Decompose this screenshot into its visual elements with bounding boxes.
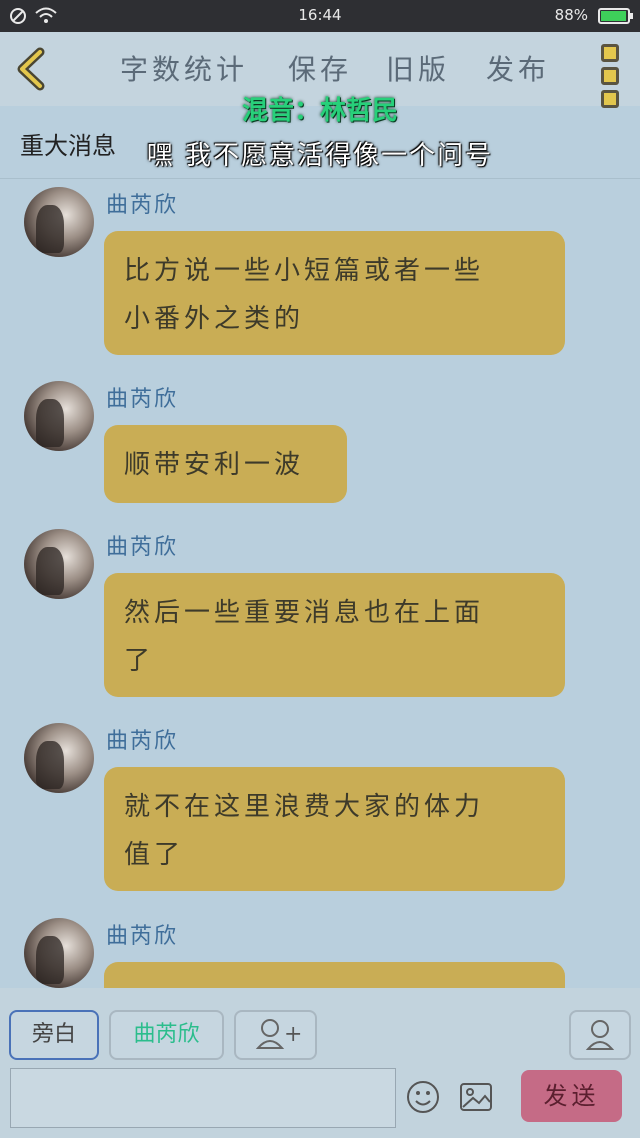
old-version-button[interactable]: 旧版 bbox=[386, 48, 450, 88]
battery-icon bbox=[598, 8, 633, 24]
narration-chip[interactable]: 旁白 bbox=[9, 1010, 99, 1060]
message-input[interactable] bbox=[10, 1068, 396, 1128]
sender-name: 曲芮欣 bbox=[106, 387, 179, 412]
message-text: 就不在这里浪费大家的体力 bbox=[124, 792, 485, 822]
avatar[interactable] bbox=[24, 187, 94, 257]
status-bar: 16:44 88% bbox=[0, 0, 640, 32]
publish-button[interactable]: 发布 bbox=[486, 48, 550, 88]
message-text: 顺带安利一波 bbox=[124, 450, 305, 480]
user-icon bbox=[585, 1020, 615, 1050]
divider bbox=[0, 178, 640, 179]
message-bubble[interactable]: 然后一些重要消息也在上面 了 bbox=[104, 573, 565, 697]
video-caption-line: 嘿 我不愿意活得像一个问号 bbox=[146, 141, 494, 171]
avatar[interactable] bbox=[24, 381, 94, 451]
sender-name: 曲芮欣 bbox=[106, 535, 179, 560]
smiley-icon bbox=[407, 1081, 439, 1113]
battery-percent: 88% bbox=[554, 6, 588, 24]
add-character-button[interactable]: + bbox=[234, 1010, 317, 1060]
character-chip[interactable]: 曲芮欣 bbox=[109, 1010, 224, 1060]
message-text: 了 bbox=[124, 646, 155, 676]
message-text: 小番外之类的 bbox=[124, 304, 305, 334]
user-profile-button[interactable] bbox=[569, 1010, 631, 1060]
emoji-button[interactable] bbox=[406, 1080, 440, 1118]
status-time: 16:44 bbox=[298, 6, 342, 24]
message-text: 值了 bbox=[124, 840, 185, 870]
avatar[interactable] bbox=[24, 723, 94, 793]
word-count-button[interactable]: 字数统计 bbox=[120, 48, 248, 88]
back-button[interactable] bbox=[12, 46, 52, 92]
plus-label: + bbox=[284, 1022, 303, 1047]
message-text: 然后一些重要消息也在上面 bbox=[124, 598, 485, 628]
sender-name: 曲芮欣 bbox=[106, 729, 179, 754]
avatar[interactable] bbox=[24, 918, 94, 988]
avatar[interactable] bbox=[24, 529, 94, 599]
message-bubble[interactable]: 顺带安利一波 bbox=[104, 425, 347, 503]
send-button[interactable]: 发送 bbox=[521, 1070, 622, 1122]
message-bubble[interactable]: 就不在这里浪费大家的体力 值了 bbox=[104, 767, 565, 891]
message-text: 比方说一些小短篇或者一些 bbox=[124, 256, 485, 286]
save-button[interactable]: 保存 bbox=[288, 48, 352, 88]
image-icon bbox=[460, 1083, 492, 1111]
image-button[interactable] bbox=[459, 1082, 493, 1116]
chevron-left-icon bbox=[17, 47, 45, 91]
more-menu-button[interactable] bbox=[598, 44, 622, 108]
sender-name: 曲芮欣 bbox=[106, 193, 179, 218]
sender-name: 曲芮欣 bbox=[106, 924, 179, 949]
compose-panel: 旁白 曲芮欣 + 发送 bbox=[0, 988, 640, 1138]
message-bubble[interactable]: 比方说一些小短篇或者一些 小番外之类的 bbox=[104, 231, 565, 355]
video-caption-credit: 混音：林哲民 bbox=[241, 96, 398, 126]
